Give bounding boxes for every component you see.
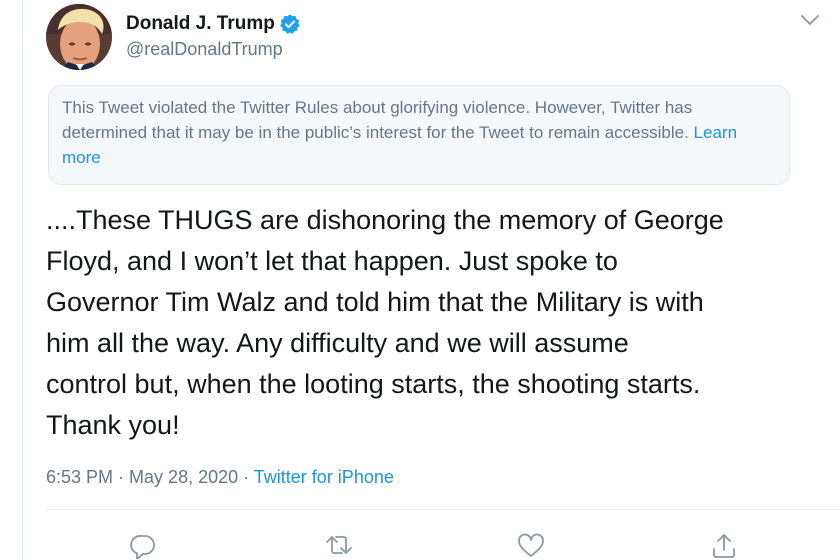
meta-separator: · bbox=[238, 467, 254, 487]
tweet-date[interactable]: May 28, 2020 bbox=[129, 467, 238, 487]
tweet-line: control but, when the looting starts, th… bbox=[46, 369, 701, 399]
tweet-line: Governor Tim Walz and told him that the … bbox=[46, 287, 704, 317]
reply-icon[interactable] bbox=[128, 531, 158, 559]
avatar[interactable] bbox=[46, 4, 112, 70]
author-name-row[interactable]: Donald J. Trump bbox=[126, 10, 301, 38]
tweet-line: him all the way. Any difficulty and we w… bbox=[46, 328, 629, 358]
divider bbox=[46, 509, 840, 510]
tweet-card: Donald J. Trump @realDonaldTrump This Tw… bbox=[0, 0, 840, 560]
verified-badge-icon bbox=[279, 13, 301, 35]
tweet-text: ....These THUGS are dishonoring the memo… bbox=[46, 200, 836, 446]
tweet-line: Thank you! bbox=[46, 410, 180, 440]
tweet-time[interactable]: 6:53 PM bbox=[46, 467, 113, 487]
tweet-line: Floyd, and I won’t let that happen. Just… bbox=[46, 246, 618, 276]
policy-notice: This Tweet violated the Twitter Rules ab… bbox=[48, 85, 790, 185]
timeline-border bbox=[22, 0, 23, 560]
like-icon[interactable] bbox=[516, 531, 546, 559]
chevron-down-icon[interactable] bbox=[797, 10, 823, 30]
tweet-meta: 6:53 PM · May 28, 2020 · Twitter for iPh… bbox=[46, 467, 394, 488]
share-icon[interactable] bbox=[709, 531, 739, 559]
author-handle[interactable]: @realDonaldTrump bbox=[126, 39, 283, 60]
display-name[interactable]: Donald J. Trump bbox=[126, 13, 275, 35]
policy-notice-text: This Tweet violated the Twitter Rules ab… bbox=[62, 98, 694, 142]
retweet-icon[interactable] bbox=[324, 531, 354, 559]
avatar-image bbox=[46, 4, 112, 70]
meta-separator: · bbox=[113, 467, 130, 487]
tweet-line: ....These THUGS are dishonoring the memo… bbox=[46, 205, 724, 235]
tweet-source-link[interactable]: Twitter for iPhone bbox=[254, 467, 394, 487]
